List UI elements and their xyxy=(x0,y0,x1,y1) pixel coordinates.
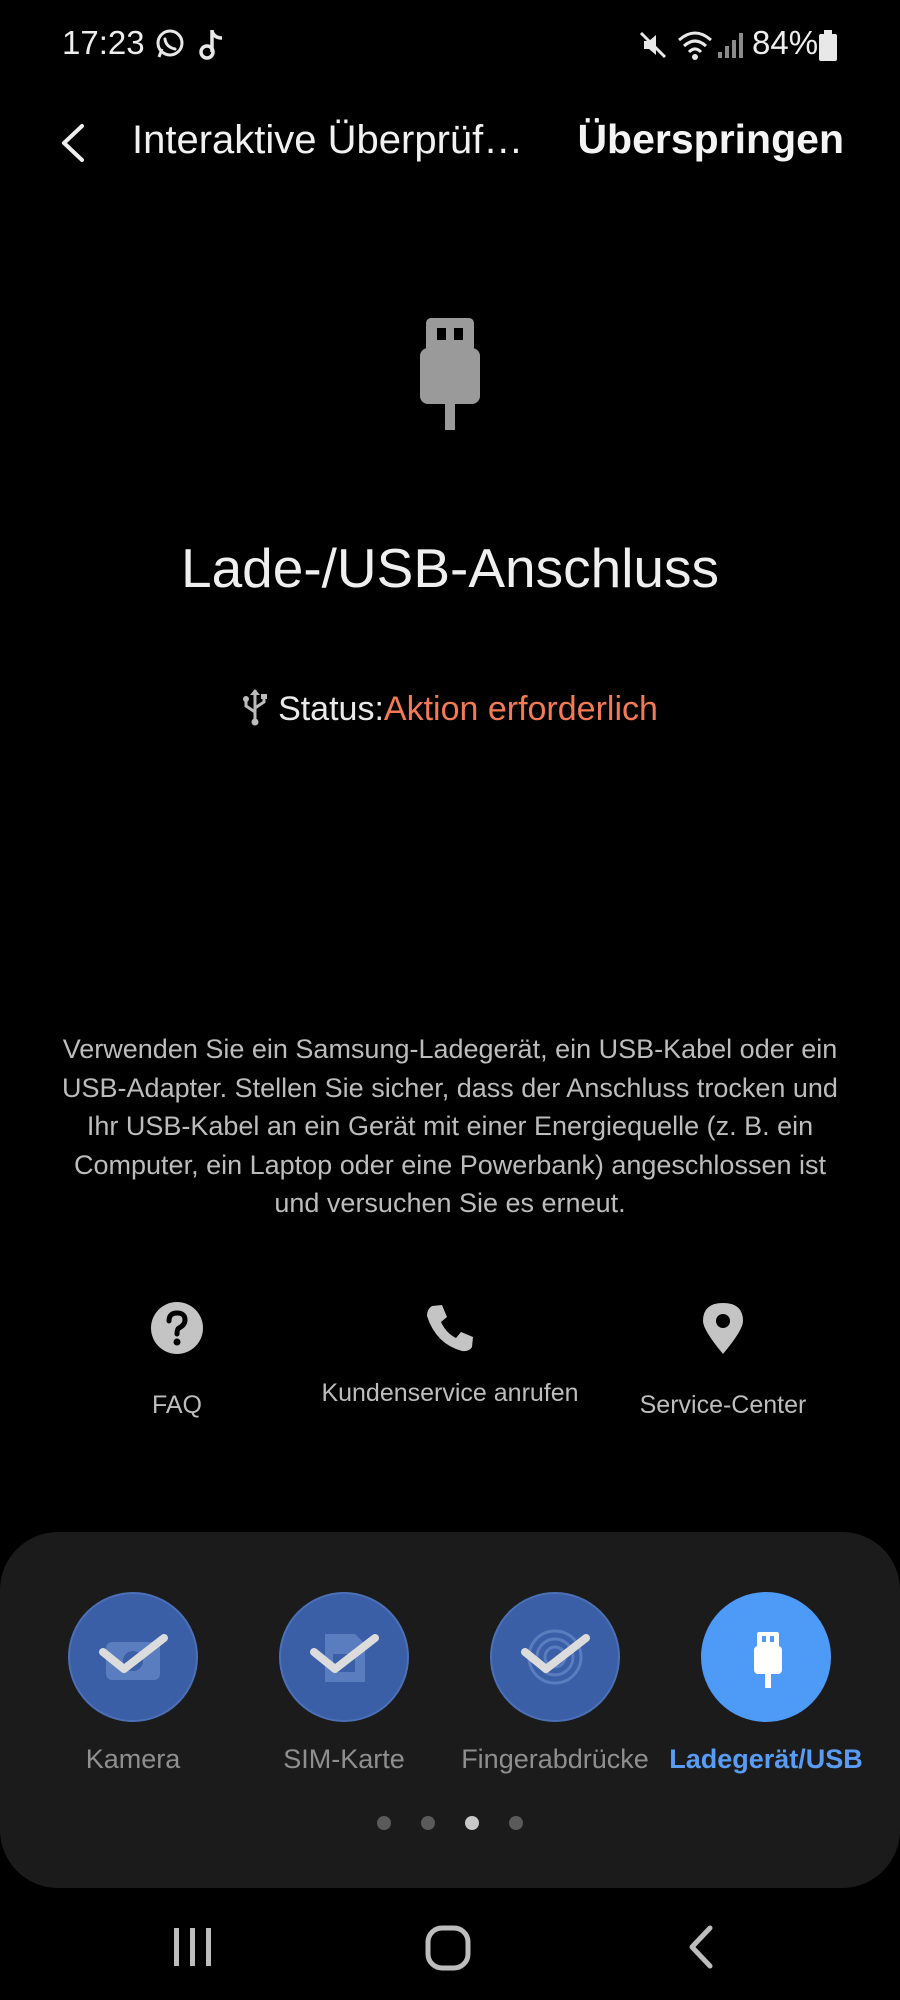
step-circle xyxy=(279,1592,409,1722)
status-row: Status:Aktion erforderlich xyxy=(0,688,900,729)
call-support-label: Kundenservice anrufen xyxy=(321,1379,579,1407)
step-circle xyxy=(490,1592,620,1722)
wifi-icon xyxy=(678,31,712,60)
header: Interaktive Überprüf… Überspringen xyxy=(0,92,900,192)
step-charger-usb[interactable]: Ladegerät/USB xyxy=(666,1592,866,1775)
step-camera[interactable]: Kamera xyxy=(33,1592,233,1775)
service-center-button[interactable]: Service-Center xyxy=(593,1300,853,1421)
page-dot xyxy=(509,1816,523,1830)
service-center-label: Service-Center xyxy=(639,1391,807,1419)
faq-label: FAQ xyxy=(151,1391,202,1419)
step-circle xyxy=(68,1592,198,1722)
mute-icon xyxy=(639,31,667,59)
usb-plug-icon xyxy=(420,318,480,430)
page-title: Interaktive Überprüf… xyxy=(132,118,524,162)
battery-icon xyxy=(819,30,837,61)
whatsapp-icon xyxy=(156,29,184,58)
step-circle xyxy=(701,1592,831,1722)
navigation-bar xyxy=(0,1888,900,2000)
tiktok-icon xyxy=(199,30,223,60)
step-sim-card[interactable]: SIM-Karte xyxy=(244,1592,444,1775)
step-fingerprint[interactable]: Fingerabdrücke xyxy=(455,1592,655,1775)
checkmark-icon xyxy=(521,1634,590,1673)
recent-apps-icon[interactable] xyxy=(170,1924,216,1970)
step-sim-card-label: SIM-Karte xyxy=(283,1744,405,1774)
status-time: 17:23 xyxy=(62,24,145,61)
back-icon[interactable] xyxy=(682,1924,722,1970)
phone-icon xyxy=(427,1305,473,1352)
faq-button[interactable]: FAQ xyxy=(47,1300,307,1421)
back-arrow-icon[interactable] xyxy=(52,120,98,166)
step-fingerprint-label: Fingerabdrücke xyxy=(461,1744,649,1774)
home-icon[interactable] xyxy=(424,1924,472,1972)
help-icon xyxy=(151,1302,203,1354)
page-indicator xyxy=(0,1816,900,1835)
test-progress-panel: Kamera SIM-Karte Fingerabdrücke Ladegerä… xyxy=(0,1532,900,1888)
battery-percent: 84% xyxy=(752,24,819,61)
checkmark-icon xyxy=(310,1634,379,1673)
call-support-button[interactable]: Kundenservice anrufen xyxy=(320,1300,580,1409)
step-charger-usb-label: Ladegerät/USB xyxy=(669,1744,863,1774)
location-pin-icon xyxy=(703,1303,743,1354)
usb-symbol-icon xyxy=(243,689,268,726)
status-label: Status: xyxy=(278,690,384,728)
page-dot xyxy=(377,1816,391,1830)
page-dot-active xyxy=(465,1816,479,1830)
instruction-text: Verwenden Sie ein Samsung-Ladegerät, ein… xyxy=(62,1034,838,1218)
status-bar: 17:23 84% xyxy=(0,0,900,92)
status-value: Aktion erforderlich xyxy=(383,690,658,728)
skip-button[interactable]: Überspringen xyxy=(577,116,844,163)
step-camera-label: Kamera xyxy=(85,1744,181,1774)
signal-icon xyxy=(718,33,743,58)
page-dot xyxy=(421,1816,435,1830)
test-title: Lade-/USB-Anschluss xyxy=(180,537,720,599)
checkmark-icon xyxy=(99,1634,168,1673)
usb-plug-icon xyxy=(754,1632,782,1688)
